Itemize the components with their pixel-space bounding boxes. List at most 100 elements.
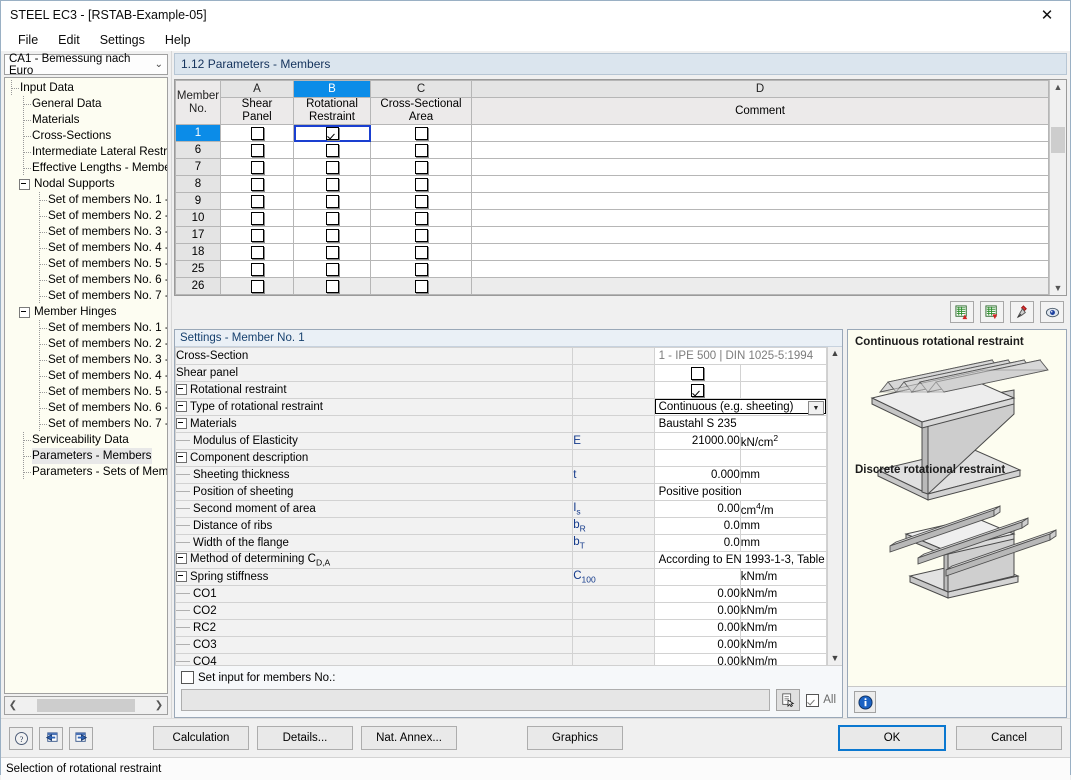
table-row[interactable]: 7 xyxy=(176,159,1049,176)
settings-row[interactable]: Type of rotational restraintContinuous (… xyxy=(176,399,827,416)
scrollbar-thumb[interactable] xyxy=(37,699,135,712)
cell-comment[interactable] xyxy=(472,125,1049,142)
setting-value-modulus-of-elasticity[interactable]: 21000.00 xyxy=(654,433,740,450)
sidebar-item-general-data[interactable]: General Data xyxy=(5,96,167,112)
chevron-up-icon[interactable]: ▲ xyxy=(1054,80,1063,94)
tree-collapse-icon[interactable] xyxy=(176,452,187,463)
cross-sectional-area-checkbox[interactable] xyxy=(415,229,428,242)
setting-value-materials[interactable]: Baustahl S 235 xyxy=(654,416,826,433)
sidebar-item-set-of-members-no-7[interactable]: Set of members No. 7 - xyxy=(5,416,167,432)
sidebar-item-set-of-members-no-1[interactable]: Set of members No. 1 - xyxy=(5,320,167,336)
chevron-right-icon[interactable]: ❯ xyxy=(153,700,165,711)
shear-panel-checkbox[interactable] xyxy=(251,246,264,259)
cancel-button[interactable]: Cancel xyxy=(956,726,1062,750)
table-row[interactable]: 8 xyxy=(176,176,1049,193)
chevron-down-icon[interactable]: ▼ xyxy=(808,401,824,415)
settings-row[interactable]: CO10.00kNm/m xyxy=(176,586,827,603)
settings-row[interactable]: Second moment of areaIs0.00cm4/m xyxy=(176,501,827,518)
sidebar-item-parameters-sets-of-membe[interactable]: Parameters - Sets of Membe xyxy=(5,464,167,480)
cell-cross-sectional-area[interactable] xyxy=(371,244,472,261)
cell-shear-panel[interactable] xyxy=(221,244,294,261)
sidebar-horizontal-scrollbar[interactable]: ❮ ❯ xyxy=(4,696,168,715)
cell-cross-sectional-area[interactable] xyxy=(371,193,472,210)
grid-vertical-scrollbar[interactable]: ▲ ▼ xyxy=(1049,80,1066,295)
cell-rotational-restraint[interactable] xyxy=(294,244,371,261)
column-letter-a[interactable]: A xyxy=(221,81,294,98)
graphics-button[interactable]: Graphics xyxy=(527,726,623,750)
sidebar-item-set-of-members-no-2[interactable]: Set of members No. 2 - xyxy=(5,336,167,352)
table-row[interactable]: 1 xyxy=(176,125,1049,142)
cell-comment[interactable] xyxy=(472,210,1049,227)
shear-panel-checkbox[interactable] xyxy=(251,178,264,191)
cell-comment[interactable] xyxy=(472,193,1049,210)
pick-members-icon[interactable] xyxy=(776,689,800,711)
row-header-member[interactable]: 26 xyxy=(176,278,221,295)
cell-cross-sectional-area[interactable] xyxy=(371,227,472,244)
cell-rotational-restraint[interactable] xyxy=(294,176,371,193)
details-button[interactable]: Details... xyxy=(257,726,353,750)
row-header-member[interactable]: 6 xyxy=(176,142,221,159)
tree-collapse-icon[interactable] xyxy=(19,179,30,190)
cross-sectional-area-checkbox[interactable] xyxy=(415,263,428,276)
set-input-checkbox[interactable] xyxy=(181,671,194,684)
rotational-restraint-checkbox[interactable] xyxy=(326,263,339,276)
row-header-member[interactable]: 1 xyxy=(176,125,221,142)
calculation-button[interactable]: Calculation xyxy=(153,726,249,750)
settings-row[interactable]: CO20.00kNm/m xyxy=(176,603,827,620)
shear-panel-checkbox[interactable] xyxy=(251,161,264,174)
chevron-down-icon[interactable]: ▼ xyxy=(1054,281,1063,295)
row-header-member[interactable]: 25 xyxy=(176,261,221,278)
cell-comment[interactable] xyxy=(472,261,1049,278)
table-row[interactable]: 6 xyxy=(176,142,1049,159)
sidebar-item-set-of-members-no-3[interactable]: Set of members No. 3 - xyxy=(5,224,167,240)
row-header-member[interactable]: 9 xyxy=(176,193,221,210)
setting-dropdown-type-of-rotational-restraint[interactable]: Continuous (e.g. sheeting)▼ xyxy=(654,399,826,416)
cell-comment[interactable] xyxy=(472,176,1049,193)
cell-rotational-restraint[interactable] xyxy=(294,227,371,244)
setting-value-spring-stiffness[interactable] xyxy=(654,569,740,586)
sidebar-item-set-of-members-no-6[interactable]: Set of members No. 6 - xyxy=(5,400,167,416)
sidebar-item-set-of-members-no-4[interactable]: Set of members No. 4 - xyxy=(5,368,167,384)
scrollbar-thumb[interactable] xyxy=(1051,127,1065,153)
row-header-member[interactable]: 10 xyxy=(176,210,221,227)
settings-row[interactable]: Method of determining CD,AAccording to E… xyxy=(176,552,827,569)
cross-sectional-area-checkbox[interactable] xyxy=(415,127,428,140)
rotational-restraint-checkbox[interactable] xyxy=(326,280,339,293)
column-letter-b[interactable]: B xyxy=(294,81,371,98)
setting-value-method-of-determining-cd-a[interactable]: According to EN 1993-1-3, Table 10.3 xyxy=(654,552,826,569)
cell-cross-sectional-area[interactable] xyxy=(371,125,472,142)
sidebar-item-cross-sections[interactable]: Cross-Sections xyxy=(5,128,167,144)
members-grid[interactable]: MemberNo.ABCDShearPanelRotationalRestrai… xyxy=(175,80,1049,295)
cell-rotational-restraint[interactable] xyxy=(294,193,371,210)
table-row[interactable]: 25 xyxy=(176,261,1049,278)
rotational-restraint-checkbox[interactable] xyxy=(326,144,339,157)
ok-button[interactable]: OK xyxy=(838,725,946,751)
setting-checkbox-rotational-restraint[interactable] xyxy=(654,382,740,399)
cell-comment[interactable] xyxy=(472,142,1049,159)
sidebar-item-set-of-members-no-4[interactable]: Set of members No. 4 - xyxy=(5,240,167,256)
rotational-restraint-checkbox[interactable] xyxy=(326,161,339,174)
menu-item-settings[interactable]: Settings xyxy=(91,31,154,49)
table-row[interactable]: 17 xyxy=(176,227,1049,244)
shear-panel-checkbox[interactable] xyxy=(251,195,264,208)
rotational-restraint-checkbox[interactable] xyxy=(326,195,339,208)
all-checkbox[interactable] xyxy=(806,694,819,707)
cell-cross-sectional-area[interactable] xyxy=(371,278,472,295)
cell-shear-panel[interactable] xyxy=(221,261,294,278)
chevron-left-icon[interactable]: ❮ xyxy=(7,700,19,711)
sidebar-item-intermediate-lateral-restra[interactable]: Intermediate Lateral Restra xyxy=(5,144,167,160)
settings-row[interactable]: Position of sheetingPositive position xyxy=(176,484,827,501)
shear-panel-checkbox[interactable] xyxy=(251,263,264,276)
tree-collapse-icon[interactable] xyxy=(176,384,187,395)
setting-checkbox-shear-panel[interactable] xyxy=(654,365,740,382)
setting-value-co1[interactable]: 0.00 xyxy=(654,586,740,603)
cell-shear-panel[interactable] xyxy=(221,159,294,176)
navigation-tree[interactable]: Input DataGeneral DataMaterialsCross-Sec… xyxy=(4,77,168,694)
setting-value-distance-of-ribs[interactable]: 0.0 xyxy=(654,518,740,535)
import-from-excel-down-icon[interactable] xyxy=(980,301,1004,323)
settings-row[interactable]: CO30.00kNm/m xyxy=(176,637,827,654)
sidebar-item-input-data[interactable]: Input Data xyxy=(5,80,167,96)
pin-selection-icon[interactable] xyxy=(1010,301,1034,323)
tree-collapse-icon[interactable] xyxy=(19,307,30,318)
settings-row[interactable]: Cross-Section1 - IPE 500 | DIN 1025-5:19… xyxy=(176,348,827,365)
